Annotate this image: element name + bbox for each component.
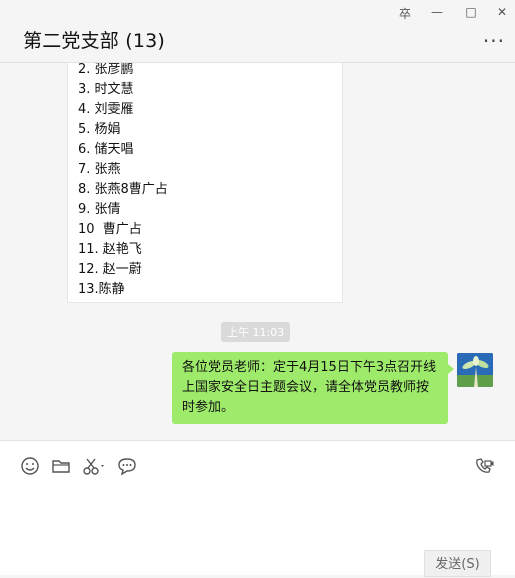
pin-icon[interactable]: 卒 <box>397 5 413 22</box>
maximize-button[interactable]: □ <box>463 5 479 19</box>
minimize-button[interactable]: — <box>429 5 445 19</box>
list-item: 11. 赵艳飞 <box>78 242 142 257</box>
list-item: 6. 储天唱 <box>78 142 134 157</box>
list-item: 3. 时文慧 <box>78 82 134 97</box>
scissors-icon[interactable] <box>81 455 107 477</box>
video-call-icon[interactable] <box>473 455 495 477</box>
close-button[interactable]: ✕ <box>494 5 510 19</box>
list-item: 13.陈静 <box>78 282 125 297</box>
message-input-area[interactable]: 发送(S) <box>0 440 515 577</box>
avatar-image <box>457 353 493 387</box>
send-button[interactable]: 发送(S) <box>424 550 491 577</box>
incoming-message: 2. 张彦鹏 3. 时文慧 4. 刘雯雁 5. 杨娟 6. 储天唱 7. 张燕 … <box>67 63 343 303</box>
list-item: 9. 张倩 <box>78 202 121 217</box>
avatar[interactable] <box>457 353 493 387</box>
chat-title: 第二党支部 (13) <box>23 30 166 52</box>
folder-icon[interactable] <box>50 455 72 477</box>
list-item: 2. 张彦鹏 <box>78 63 134 77</box>
list-item: 7. 张燕 <box>78 162 121 177</box>
list-item: 5. 杨娟 <box>78 122 121 137</box>
list-item: 8. 张燕8曹广占 <box>78 182 168 197</box>
outgoing-message[interactable]: 各位党员老师：定于4月15日下午3点召开线上国家安全日主题会议，请全体党员教师按… <box>172 352 454 424</box>
more-options-button[interactable]: ... <box>483 25 505 45</box>
list-item: 12. 赵一蔚 <box>78 262 142 277</box>
list-item: 10 曹广占 <box>78 222 142 237</box>
list-item: 4. 刘雯雁 <box>78 102 134 117</box>
message-timestamp: 上午 11:03 <box>221 322 291 342</box>
title-bar: 第二党支部 (13) 卒 — □ ✕ ... <box>0 0 515 63</box>
chat-bubble-icon[interactable] <box>116 455 138 477</box>
emoji-icon[interactable] <box>19 455 41 477</box>
chat-area[interactable]: 2. 张彦鹏 3. 时文慧 4. 刘雯雁 5. 杨娟 6. 储天唱 7. 张燕 … <box>0 63 515 439</box>
